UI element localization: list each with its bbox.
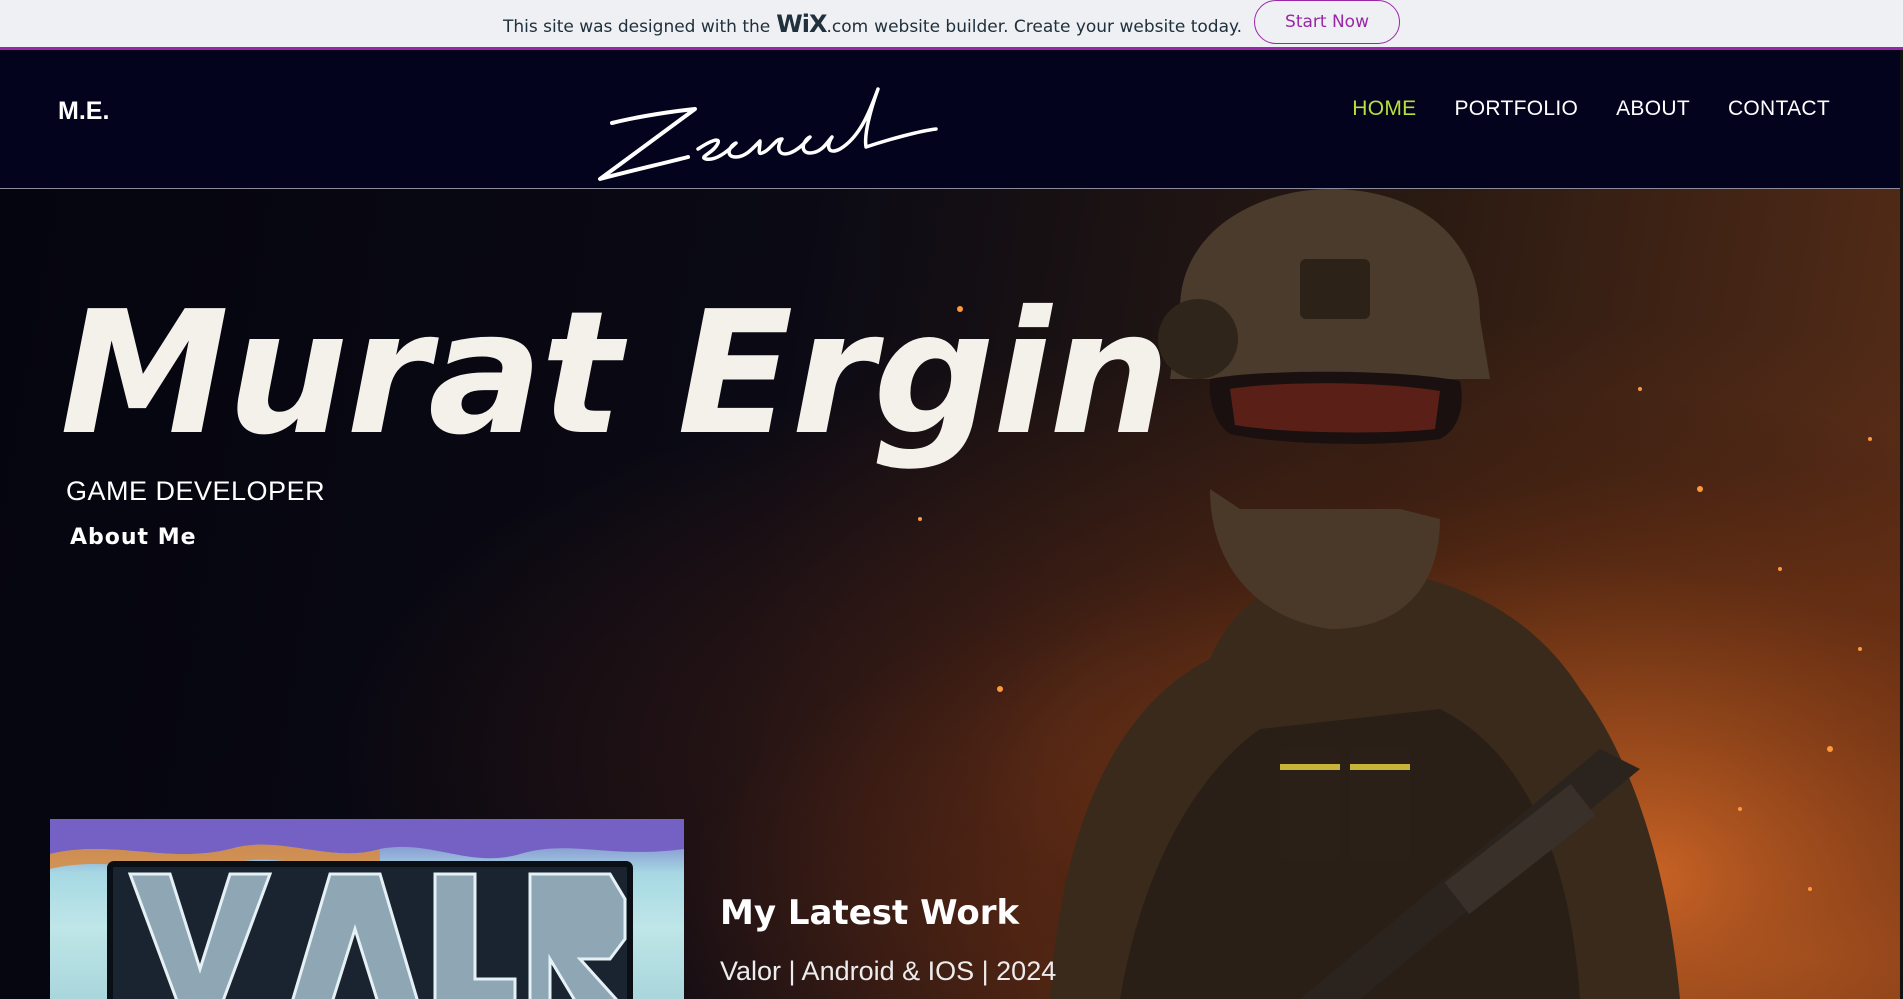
- site-header: M.E. HOME PORTFOLIO ABOUT CONTACT: [0, 53, 1900, 189]
- banner-text-after: website builder. Create your website tod…: [874, 16, 1243, 37]
- about-me-link[interactable]: About Me: [70, 525, 197, 550]
- hero-name: Murat Ergin: [60, 275, 1170, 473]
- main-nav: HOME PORTFOLIO ABOUT CONTACT: [1352, 97, 1830, 121]
- nav-contact[interactable]: CONTACT: [1728, 97, 1830, 121]
- banner-text: This site was designed with the WiX .com …: [503, 10, 1242, 38]
- hero-section: Murat Ergin GAME DEVELOPER About Me My L…: [0, 189, 1900, 999]
- latest-work-thumbnail[interactable]: [50, 819, 684, 999]
- nav-about[interactable]: ABOUT: [1616, 97, 1690, 121]
- wix-promo-banner: This site was designed with the WiX .com …: [0, 0, 1903, 50]
- valor-logo-art: [50, 819, 684, 999]
- wix-logo: WiX: [776, 9, 827, 38]
- banner-text-before: This site was designed with the: [502, 16, 771, 37]
- wix-dotcom: .com: [826, 16, 869, 37]
- nav-portfolio[interactable]: PORTFOLIO: [1454, 97, 1578, 121]
- signature-logo[interactable]: [570, 71, 940, 181]
- brand-initials[interactable]: M.E.: [58, 97, 109, 126]
- latest-work-heading: My Latest Work: [720, 893, 1020, 933]
- start-now-button[interactable]: Start Now: [1254, 0, 1400, 44]
- hero-role: GAME DEVELOPER: [66, 476, 326, 506]
- latest-work-meta: Valor | Android & IOS | 2024: [720, 956, 1057, 986]
- nav-home[interactable]: HOME: [1352, 97, 1416, 121]
